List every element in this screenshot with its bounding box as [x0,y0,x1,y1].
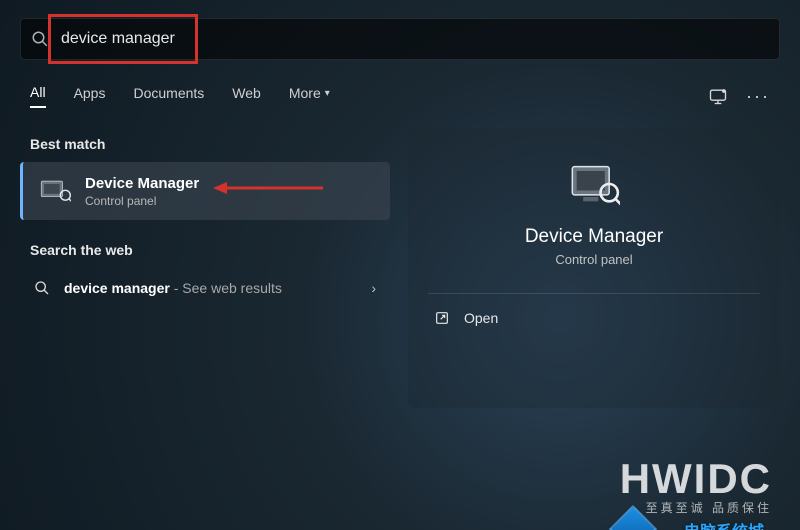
search-input[interactable] [61,19,769,59]
search-box[interactable] [20,18,780,60]
more-options-icon[interactable]: ··· [746,86,770,107]
tab-web[interactable]: Web [232,85,261,107]
divider [428,293,760,294]
watermark-main: HWIDC [620,455,772,503]
watermark-sub: 至真至诚 品质保住 [620,499,772,516]
open-label: Open [464,310,498,326]
feedback-icon[interactable] [708,86,728,106]
search-web-heading: Search the web [20,234,390,268]
chevron-down-icon: ▾ [325,88,330,99]
result-preview-panel: Device Manager Control panel Open [408,128,780,408]
best-match-title: Device Manager [85,175,199,192]
device-manager-icon [37,174,71,208]
search-icon [34,280,50,296]
watermark-logo [609,505,657,530]
web-query-label: device manager [64,280,170,296]
tab-apps[interactable]: Apps [74,85,106,107]
device-manager-icon [568,158,620,210]
watermark-secondary: 电脑系统城 [684,518,764,530]
tab-documents[interactable]: Documents [133,85,204,107]
open-action[interactable]: Open [428,300,760,336]
open-icon [434,310,450,326]
filter-tabs: All Apps Documents Web More ▾ ··· [0,60,800,108]
preview-subtitle: Control panel [428,252,760,267]
best-match-subtitle: Control panel [85,194,199,208]
tab-more[interactable]: More ▾ [289,85,330,107]
best-match-heading: Best match [20,128,390,162]
preview-title: Device Manager [428,226,760,248]
tab-more-label: More [289,85,321,101]
web-query-hint: - See web results [170,280,282,296]
search-icon [31,30,49,48]
tab-all[interactable]: All [30,84,46,108]
chevron-right-icon: › [371,280,376,296]
annotation-arrow [213,178,323,198]
watermark: HWIDC 至真至诚 品质保住 [620,455,772,516]
web-search-result[interactable]: device manager - See web results › [20,268,390,308]
best-match-result[interactable]: Device Manager Control panel [20,162,390,220]
